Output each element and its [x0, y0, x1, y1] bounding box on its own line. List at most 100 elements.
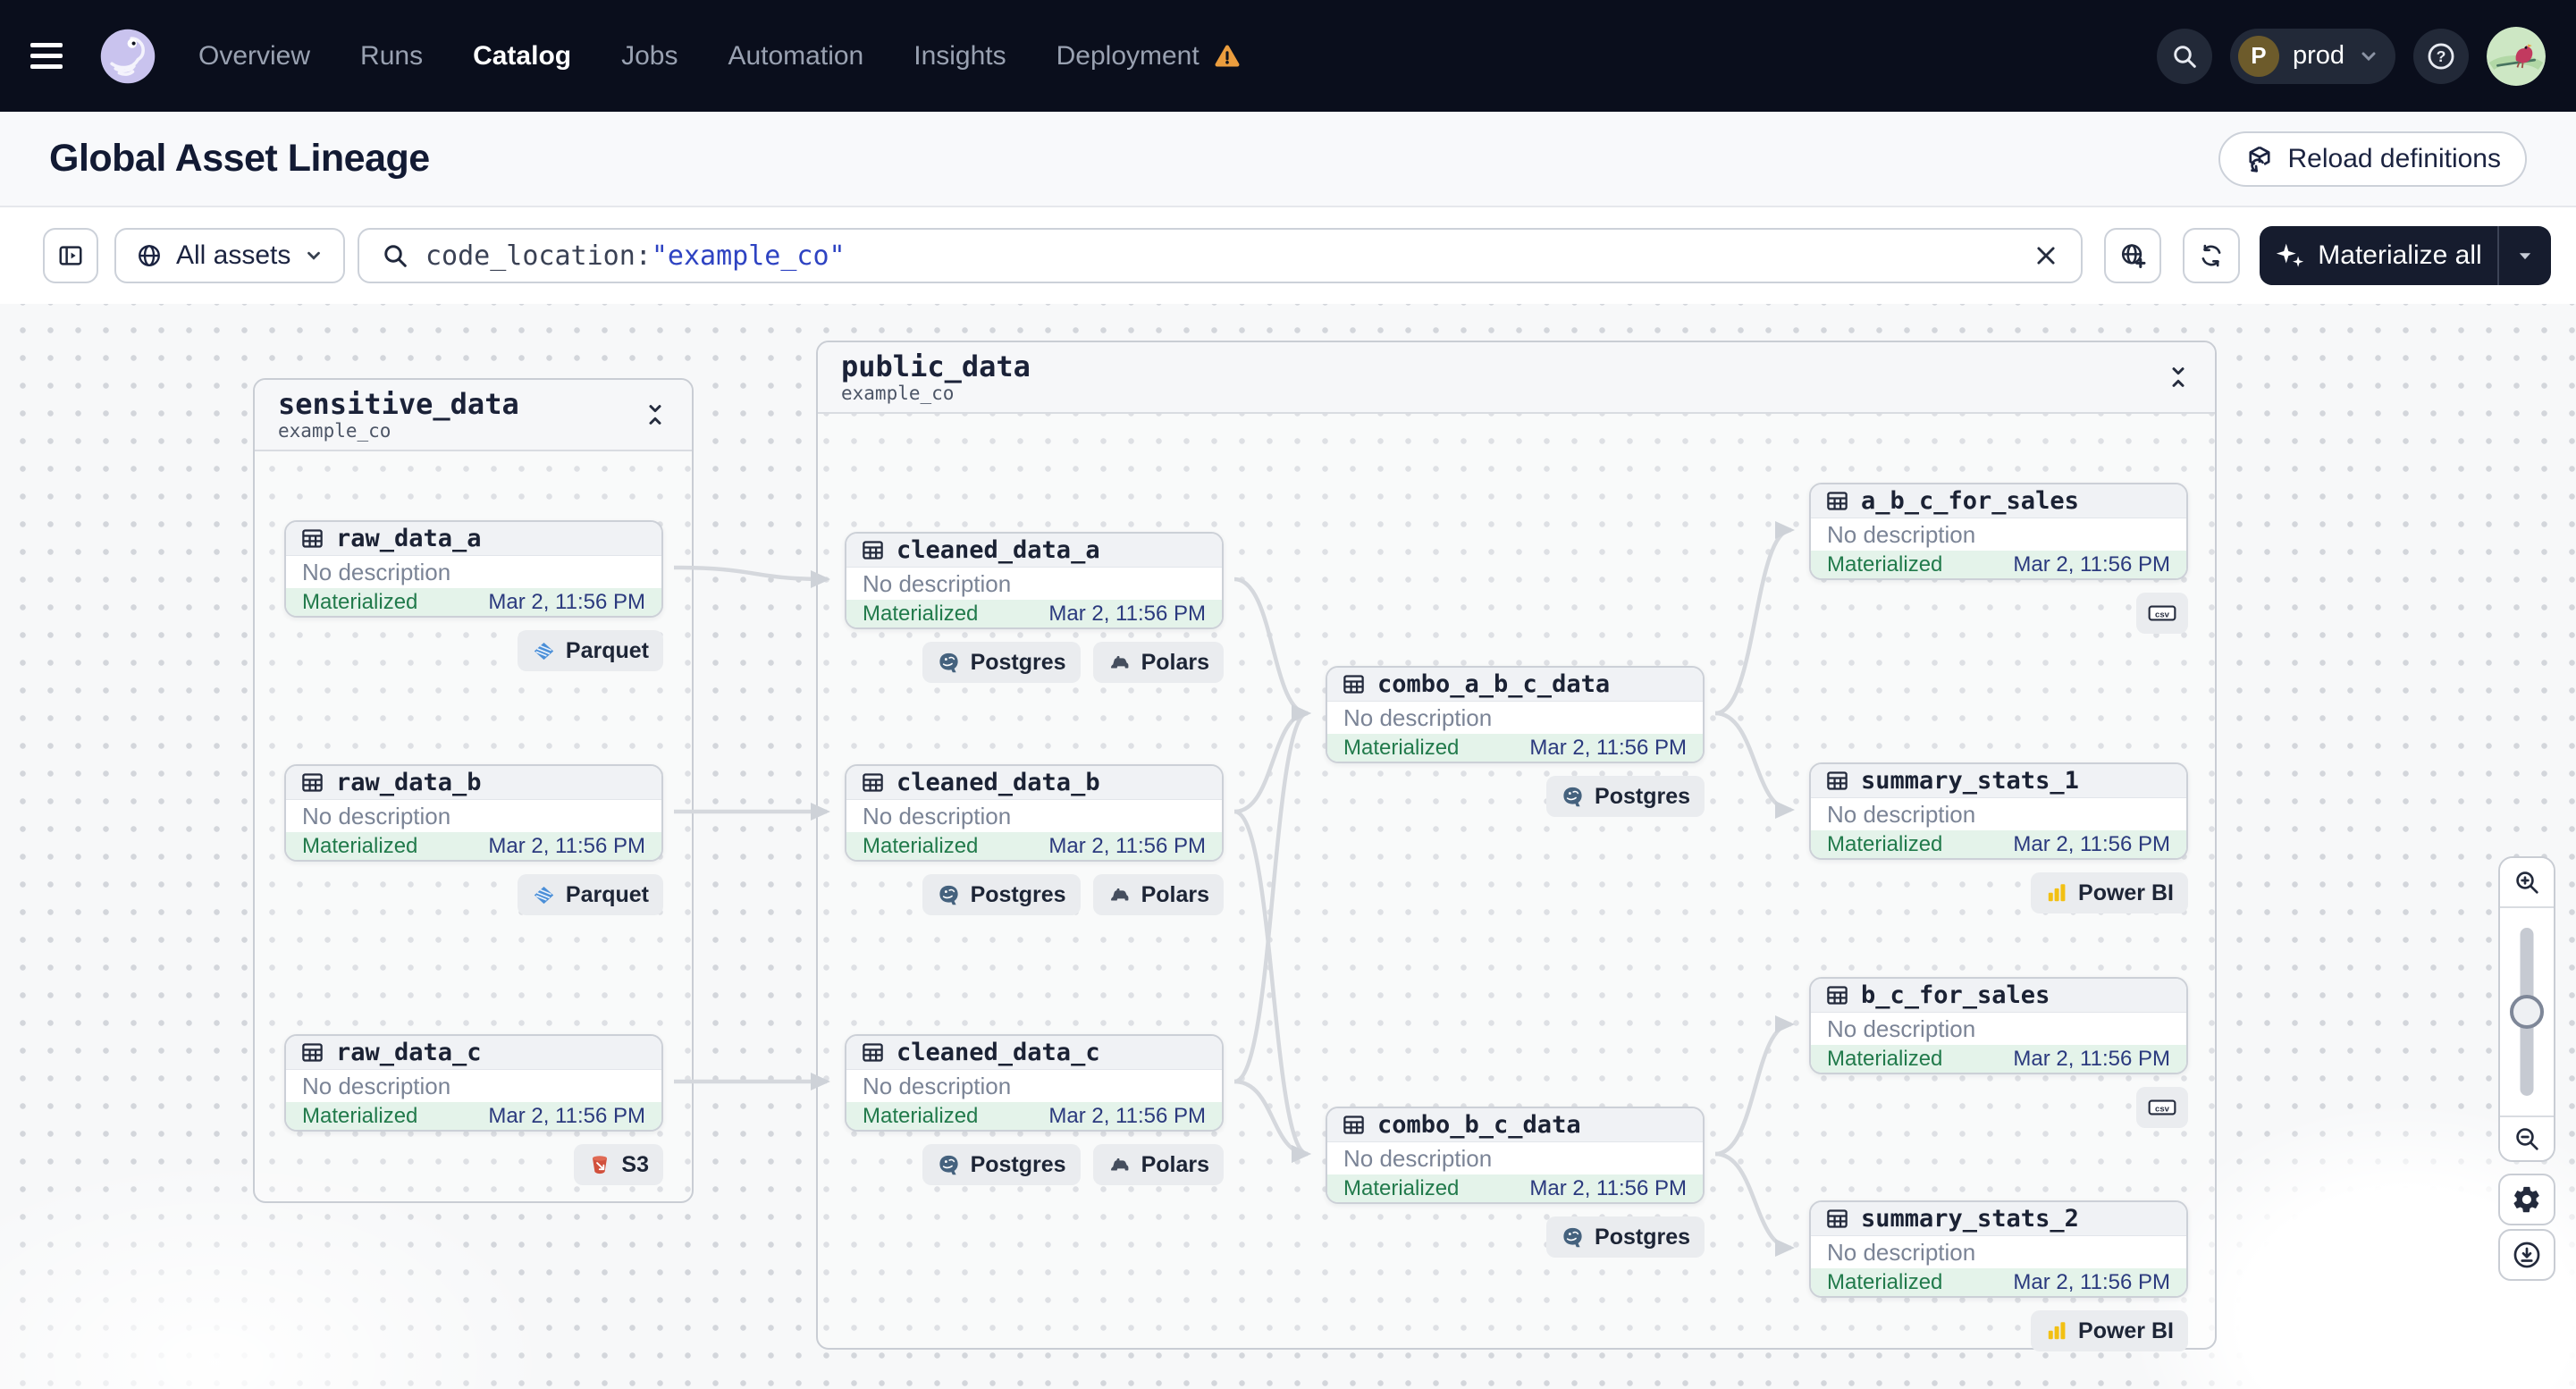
kind-tag-csv[interactable]: csv	[2136, 593, 2188, 634]
kind-tag-postgres[interactable]: Postgres	[922, 874, 1081, 915]
help-button[interactable]: ?	[2413, 28, 2469, 84]
nav-item-overview[interactable]: Overview	[198, 41, 310, 72]
asset-card[interactable]: raw_data_c No description Materialized M…	[284, 1034, 663, 1132]
asset-name: raw_data_c	[336, 1039, 482, 1066]
polars-icon	[1107, 883, 1132, 907]
deployment-warning-icon	[1212, 41, 1242, 72]
clear-search-button[interactable]	[2027, 241, 2065, 270]
nav-item-label: Runs	[360, 40, 424, 71]
search-button[interactable]	[2156, 28, 2212, 84]
asset-card[interactable]: b_c_for_sales No description Materialize…	[1809, 977, 2188, 1074]
zoom-out-button[interactable]	[2500, 1117, 2554, 1160]
asset-card[interactable]: summary_stats_2 No description Materiali…	[1809, 1200, 2188, 1298]
reload-definitions-label: Reload definitions	[2287, 143, 2502, 173]
asset-card[interactable]: summary_stats_1 No description Materiali…	[1809, 762, 2188, 860]
asset-scope-dropdown[interactable]: All assets	[114, 228, 346, 283]
kind-tag-postgres[interactable]: Postgres	[1546, 1216, 1705, 1258]
search-value-term: "example_co"	[651, 240, 846, 272]
nav-item-jobs[interactable]: Jobs	[621, 41, 678, 72]
materialized-timestamp: Mar 2, 11:56 PM	[2013, 1046, 2170, 1071]
asset-card[interactable]: a_b_c_for_sales No description Materiali…	[1809, 483, 2188, 580]
kind-tag-label: Power BI	[2078, 1317, 2174, 1343]
kind-tag-label: Polars	[1141, 881, 1209, 907]
group-title: public_data	[841, 349, 1031, 384]
collapse-group-icon[interactable]	[642, 401, 669, 428]
asset-name: summary_stats_1	[1861, 767, 2079, 795]
kind-tag-polars[interactable]: Polars	[1092, 1144, 1224, 1185]
lineage-canvas[interactable]: sensitive_data example_co public_data ex…	[0, 304, 2576, 1389]
kind-tag-power-bi[interactable]: Power BI	[2031, 872, 2188, 913]
asset-card[interactable]: cleaned_data_c No description Materializ…	[845, 1034, 1224, 1132]
group-title: sensitive_data	[278, 387, 519, 422]
open-sidebar-button[interactable]	[43, 228, 98, 283]
asset-card[interactable]: cleaned_data_a No description Materializ…	[845, 532, 1224, 629]
table-icon	[300, 1040, 324, 1065]
isolate-selection-button[interactable]	[2104, 228, 2161, 283]
kind-tag-parquet[interactable]: Parquet	[517, 630, 663, 671]
nav-item-label: Overview	[198, 40, 311, 71]
nav-items: Overview Runs Catalog Jobs Automation Insight…	[198, 41, 1242, 72]
asset-status-row: Materialized Mar 2, 11:56 PM	[1811, 830, 2186, 858]
asset-description: No description	[286, 800, 661, 832]
nav-item-automation[interactable]: Automation	[728, 41, 863, 72]
asset-description: No description	[1811, 518, 2186, 551]
reload-definitions-button[interactable]: Reload definitions	[2218, 130, 2527, 187]
nav-item-label: Insights	[913, 40, 1006, 71]
materialized-status: Materialized	[863, 833, 979, 858]
kind-tag-postgres[interactable]: Postgres	[1546, 776, 1705, 817]
asset-node-cleaned_data_b: cleaned_data_b No description Materializ…	[845, 764, 1224, 915]
kind-tag-csv[interactable]: csv	[2136, 1087, 2188, 1128]
kind-tag-polars[interactable]: Polars	[1092, 874, 1224, 915]
kind-tag-polars[interactable]: Polars	[1092, 642, 1224, 683]
nav-item-insights[interactable]: Insights	[913, 41, 1006, 72]
chevron-down-icon	[304, 246, 324, 265]
materialize-all-label: Materialize all	[2318, 240, 2482, 270]
kind-tag-postgres[interactable]: Postgres	[922, 1144, 1081, 1185]
kind-tag-parquet[interactable]: Parquet	[517, 874, 663, 915]
hamburger-menu-icon[interactable]	[30, 38, 77, 74]
dagster-logo[interactable]	[98, 27, 157, 86]
asset-node-a_b_c_for_sales: a_b_c_for_sales No description Materiali…	[1809, 483, 2188, 634]
collapse-group-icon[interactable]	[2165, 364, 2192, 391]
asset-node-cleaned_data_a: cleaned_data_a No description Materializ…	[845, 532, 1224, 683]
refresh-button[interactable]	[2183, 228, 2240, 283]
asset-node-combo_b_c_data: combo_b_c_data No description Materializ…	[1326, 1107, 1705, 1258]
asset-card[interactable]: raw_data_a No description Materialized M…	[284, 520, 663, 618]
materialize-options-caret[interactable]	[2499, 226, 2551, 285]
materialize-all-button[interactable]: Materialize all	[2260, 226, 2551, 285]
nav-item-runs[interactable]: Runs	[360, 41, 423, 72]
asset-description: No description	[846, 1070, 1222, 1102]
kind-tag-s3[interactable]: S3	[574, 1144, 663, 1185]
nav-item-deployment[interactable]: Deployment	[1056, 41, 1242, 72]
asset-card[interactable]: cleaned_data_b No description Materializ…	[845, 764, 1224, 862]
asset-card[interactable]: combo_a_b_c_data No description Material…	[1326, 666, 1705, 763]
materialized-timestamp: Mar 2, 11:56 PM	[1529, 735, 1687, 760]
asset-description: No description	[1327, 702, 1703, 734]
user-avatar[interactable]	[2487, 26, 2546, 86]
download-image-button[interactable]	[2498, 1229, 2555, 1281]
zoom-slider[interactable]	[2500, 906, 2554, 1117]
kind-tag-power-bi[interactable]: Power BI	[2031, 1310, 2188, 1351]
zoom-slider-thumb[interactable]	[2510, 995, 2544, 1029]
asset-card[interactable]: combo_b_c_data No description Materializ…	[1326, 1107, 1705, 1204]
deployment-switcher[interactable]: P prod	[2229, 28, 2395, 84]
graph-settings-button[interactable]	[2498, 1174, 2555, 1225]
asset-tags: Postgres Polars	[845, 642, 1224, 683]
close-icon	[2033, 242, 2059, 269]
asset-status-row: Materialized Mar 2, 11:56 PM	[1811, 1268, 2186, 1296]
materialized-timestamp: Mar 2, 11:56 PM	[2013, 551, 2170, 577]
zoom-in-button[interactable]	[2500, 858, 2554, 906]
kind-tag-postgres[interactable]: Postgres	[922, 642, 1081, 683]
asset-status-row: Materialized Mar 2, 11:56 PM	[846, 832, 1222, 860]
materialized-status: Materialized	[302, 589, 418, 614]
asset-card[interactable]: raw_data_b No description Materialized M…	[284, 764, 663, 862]
asset-scope-label: All assets	[176, 240, 291, 270]
lineage-toolbar: All assets code_location:"example_co" Ma…	[0, 207, 2576, 304]
postgres-icon	[1561, 1225, 1585, 1250]
asset-tags: Postgres	[1326, 776, 1705, 817]
kind-tag-label: Postgres	[970, 1151, 1066, 1177]
search-icon	[381, 241, 409, 270]
asset-search-input[interactable]: code_location:"example_co"	[358, 228, 2083, 283]
nav-item-catalog[interactable]: Catalog	[473, 41, 571, 72]
asset-card-header: combo_a_b_c_data	[1327, 668, 1703, 702]
